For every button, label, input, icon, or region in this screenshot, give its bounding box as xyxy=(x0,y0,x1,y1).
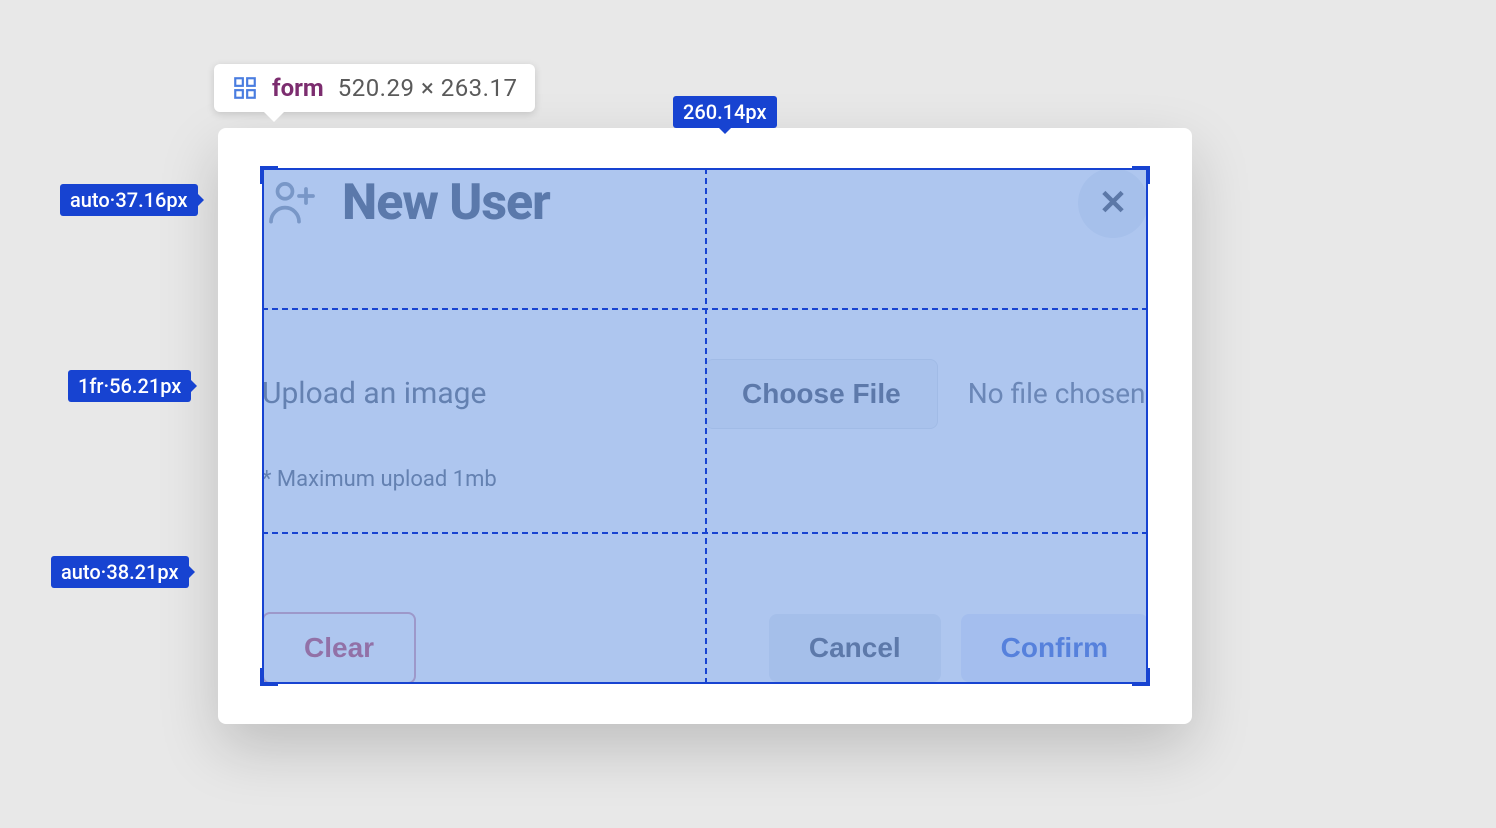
tooltip-element-tag: form xyxy=(272,74,324,102)
choose-file-button[interactable]: Choose File xyxy=(705,359,938,429)
file-input-row: Choose File No file chosen xyxy=(705,359,1148,429)
new-user-form: New User ✕ Upload an image * Maximum upl… xyxy=(262,168,1148,684)
cancel-button[interactable]: Cancel xyxy=(769,614,941,682)
devtools-tooltip: form 520.29 × 263.17 xyxy=(214,64,535,112)
user-plus-icon xyxy=(262,173,322,233)
dialog-header: New User ✕ xyxy=(262,168,1148,274)
new-user-dialog: New User ✕ Upload an image * Maximum upl… xyxy=(218,128,1192,724)
grid-row-label-3: auto·38.21px xyxy=(51,556,189,588)
grid-row-label-2: 1fr·56.21px xyxy=(68,370,191,402)
file-status-text: No file chosen xyxy=(968,377,1146,410)
close-button[interactable]: ✕ xyxy=(1078,168,1148,238)
grid-row-label-1: auto·37.16px xyxy=(60,184,198,216)
dialog-title: New User xyxy=(342,174,550,232)
clear-button[interactable]: Clear xyxy=(262,612,416,684)
close-icon: ✕ xyxy=(1099,183,1128,223)
confirm-button[interactable]: Confirm xyxy=(961,614,1148,682)
tooltip-dimensions: 520.29 × 263.17 xyxy=(338,74,518,102)
grid-icon xyxy=(232,75,258,101)
dialog-footer: Clear Cancel Confirm xyxy=(262,576,1148,684)
upload-hint: * Maximum upload 1mb xyxy=(262,467,705,492)
grid-column-width-label: 260.14px xyxy=(673,96,777,128)
upload-section-left: Upload an image * Maximum upload 1mb xyxy=(262,274,705,576)
upload-label: Upload an image xyxy=(262,376,705,411)
upload-section-right: Choose File No file chosen xyxy=(705,274,1148,576)
